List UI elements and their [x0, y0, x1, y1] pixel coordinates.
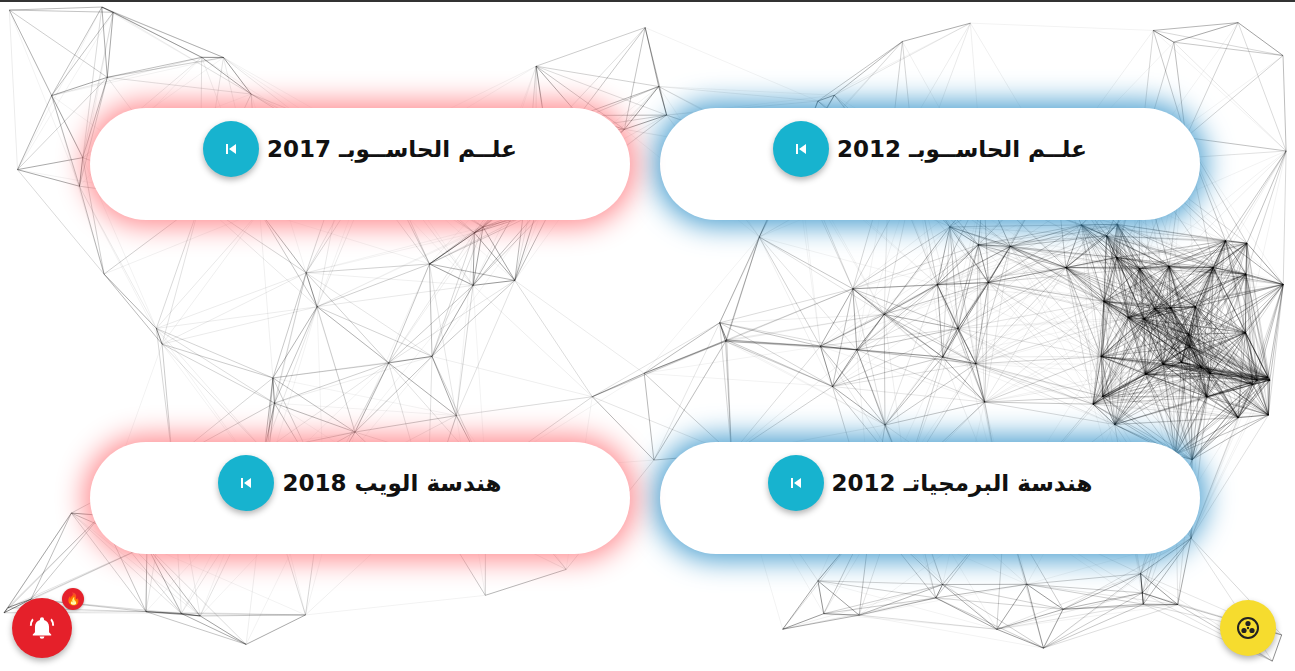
radiation-icon	[1236, 616, 1260, 640]
course-title: علــم الحاســوبـ 2017	[267, 121, 517, 177]
course-grid: علــم الحاســوبـ 2012 علــم الحاســوبـ 2…	[90, 0, 1295, 554]
notification-badge: 🔥	[62, 588, 84, 610]
notifications-button[interactable]	[12, 598, 72, 658]
bell-icon	[29, 615, 55, 641]
skip-previous-icon	[789, 476, 803, 490]
page: علــم الحاســوبـ 2012 علــم الحاســوبـ 2…	[0, 0, 1295, 671]
top-border	[0, 0, 1295, 2]
skip-previous-icon	[224, 142, 238, 156]
course-button[interactable]	[218, 455, 274, 511]
course-button[interactable]	[773, 121, 829, 177]
skip-previous-icon	[239, 476, 253, 490]
settings-button[interactable]	[1220, 600, 1276, 656]
course-button[interactable]	[203, 121, 259, 177]
course-card[interactable]: هندسة البرمجياتـ 2012	[660, 442, 1200, 554]
course-card[interactable]: علــم الحاســوبـ 2017	[90, 108, 630, 220]
course-title: هندسة البرمجياتـ 2012	[832, 455, 1093, 511]
course-title: هندسة الويب 2018	[282, 455, 501, 511]
course-title: علــم الحاســوبـ 2012	[837, 121, 1087, 177]
course-card[interactable]: علــم الحاســوبـ 2012	[660, 108, 1200, 220]
network-background	[0, 0, 1295, 671]
skip-previous-icon	[794, 142, 808, 156]
course-card[interactable]: هندسة الويب 2018	[90, 442, 630, 554]
course-button[interactable]	[768, 455, 824, 511]
